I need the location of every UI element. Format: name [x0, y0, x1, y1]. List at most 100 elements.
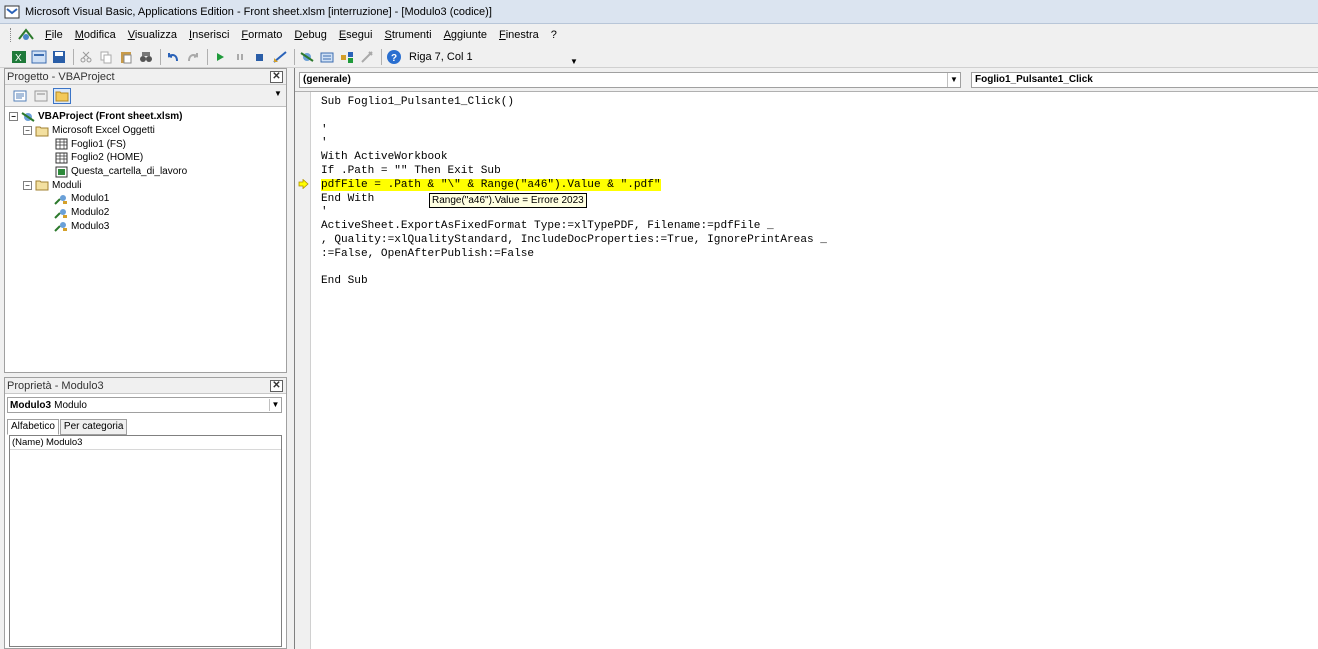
worksheet-icon: [54, 152, 68, 164]
chevron-down-icon[interactable]: ▼: [269, 399, 281, 411]
module-icon: [54, 193, 68, 205]
excel-view-icon[interactable]: [17, 27, 35, 43]
object-combo[interactable]: (generale) ▼: [299, 72, 961, 88]
undo-icon[interactable]: [164, 48, 182, 66]
scroll-down-icon[interactable]: ▼: [273, 89, 283, 103]
toolbox-icon[interactable]: [358, 48, 376, 66]
code-line-text: , Quality:=xlQualityStandard, IncludeDoc…: [321, 233, 827, 246]
vba-app-icon: [4, 5, 20, 18]
cut-icon[interactable]: [77, 48, 95, 66]
procedure-combo-value: Foglio1_Pulsante1_Click: [975, 74, 1093, 85]
property-value[interactable]: Modulo3: [46, 436, 82, 449]
menu-visualizza[interactable]: Visualizza: [122, 25, 183, 45]
menu-finestra[interactable]: Finestra: [493, 25, 545, 45]
menu-aggiunte[interactable]: Aggiunte: [438, 25, 493, 45]
svg-text:X: X: [15, 53, 22, 64]
project-explorer-icon[interactable]: [298, 48, 316, 66]
tree-item-label: Foglio2 (HOME): [71, 152, 144, 164]
property-row[interactable]: (Name) Modulo3: [10, 436, 281, 450]
tree-item[interactable]: − VBAProject (Front sheet.xlsm): [9, 110, 282, 124]
code-line[interactable]: End Sub: [321, 275, 827, 289]
menu-help[interactable]: ?: [545, 25, 563, 45]
view-excel-icon[interactable]: X: [10, 48, 28, 66]
vba-project-icon: [21, 111, 35, 123]
pause-icon[interactable]: [231, 48, 249, 66]
run-icon[interactable]: [211, 48, 229, 66]
insert-userform-icon[interactable]: [30, 48, 48, 66]
tree-item[interactable]: Foglio1 (FS): [9, 137, 282, 151]
code-line-text: :=False, OpenAfterPublish:=False: [321, 247, 535, 260]
tree-item-label: Microsoft Excel Oggetti: [52, 125, 155, 137]
object-combo-value: (generale): [303, 74, 351, 85]
code-editor[interactable]: Sub Foglio1_Pulsante1_Click() ' ' With Acti…: [295, 92, 1318, 649]
tree-item[interactable]: Questa_cartella_di_lavoro: [9, 165, 282, 179]
menu-esegui[interactable]: Esegui: [333, 25, 379, 45]
reset-icon[interactable]: [251, 48, 269, 66]
object-type: Modulo: [54, 399, 87, 411]
help-icon[interactable]: ?: [385, 48, 403, 66]
tree-item-label: Foglio1 (FS): [71, 138, 127, 150]
menu-strumenti[interactable]: Strumenti: [378, 25, 437, 45]
properties-header: Proprietà - Modulo3 ✕: [5, 378, 286, 394]
close-icon[interactable]: ✕: [270, 379, 283, 392]
collapse-icon[interactable]: −: [23, 180, 32, 190]
properties-window-icon[interactable]: [318, 48, 336, 66]
object-select[interactable]: Modulo3 Modulo ▼: [7, 397, 282, 413]
chevron-down-icon[interactable]: ▼: [947, 73, 960, 87]
tab-per-categoria[interactable]: Per categoria: [59, 419, 128, 435]
code-line[interactable]: With ActiveWorkbook: [321, 151, 827, 165]
tree-item[interactable]: Modulo1: [9, 192, 282, 206]
folder-icon: [35, 125, 49, 137]
tree-item[interactable]: Modulo3: [9, 220, 282, 234]
collapse-icon[interactable]: −: [23, 126, 32, 136]
tree-item[interactable]: − Moduli: [9, 178, 282, 192]
code-line[interactable]: :=False, OpenAfterPublish:=False: [321, 248, 827, 262]
procedure-combo[interactable]: Foglio1_Pulsante1_Click: [971, 72, 1318, 88]
code-line-text: ': [321, 137, 328, 150]
tree-item[interactable]: − Microsoft Excel Oggetti: [9, 124, 282, 138]
code-line[interactable]: ': [321, 137, 827, 151]
tree-item-label: Modulo1: [71, 193, 110, 205]
menu-debug[interactable]: Debug: [288, 25, 332, 45]
tree-item[interactable]: Foglio2 (HOME): [9, 151, 282, 165]
tree-item-label: VBAProject (Front sheet.xlsm): [38, 111, 183, 123]
toolbar-options-icon[interactable]: ▼: [569, 48, 579, 66]
code-line[interactable]: ': [321, 124, 827, 138]
close-icon[interactable]: ✕: [270, 70, 283, 83]
code-window-header: (generale) ▼ Foglio1_Pulsante1_Click: [295, 68, 1318, 92]
toolbar-separator: [160, 48, 161, 65]
code-line-text: ': [321, 206, 328, 219]
redo-icon[interactable]: [184, 48, 202, 66]
code-line[interactable]: ': [321, 206, 827, 220]
standard-toolbar: X ? Riga 7, Col 1 ▼: [0, 46, 1318, 68]
menu-file[interactable]: File: [39, 25, 69, 45]
code-line[interactable]: [321, 110, 827, 124]
code-line[interactable]: ActiveSheet.ExportAsFixedFormat Type:=xl…: [321, 220, 827, 234]
code-line[interactable]: [321, 262, 827, 276]
toggle-folders-icon[interactable]: [53, 87, 71, 104]
menu-modifica[interactable]: Modifica: [69, 25, 122, 45]
menubar-grip[interactable]: [10, 28, 13, 42]
view-code-icon[interactable]: [11, 88, 29, 104]
object-browser-icon[interactable]: [338, 48, 356, 66]
module-icon: [54, 220, 68, 233]
toolbar-separator: [381, 48, 382, 65]
menu-inserisci[interactable]: Inserisci: [183, 25, 235, 45]
code-line[interactable]: , Quality:=xlQualityStandard, IncludeDoc…: [321, 234, 827, 248]
collapse-icon[interactable]: −: [9, 112, 18, 122]
find-icon[interactable]: [137, 48, 155, 66]
code-line[interactable]: pdfFile = .Path & "\" & Range("a46").Val…: [321, 178, 827, 193]
code-line[interactable]: Sub Foglio1_Pulsante1_Click(): [321, 96, 827, 110]
copy-icon[interactable]: [97, 48, 115, 66]
data-tip: Range("a46").Value = Errore 2023: [429, 193, 587, 208]
view-object-icon[interactable]: [32, 88, 50, 104]
margin-indicator-bar[interactable]: [295, 92, 311, 649]
design-mode-icon[interactable]: [271, 48, 289, 66]
menu-formato[interactable]: Formato: [235, 25, 288, 45]
tree-item[interactable]: Modulo2: [9, 206, 282, 220]
tab-alfabetico[interactable]: Alfabetico: [7, 419, 59, 435]
save-icon[interactable]: [50, 48, 68, 66]
tree-item-label: Modulo3: [71, 220, 110, 232]
paste-icon[interactable]: [117, 48, 135, 66]
code-line[interactable]: If .Path = "" Then Exit Sub: [321, 165, 827, 179]
